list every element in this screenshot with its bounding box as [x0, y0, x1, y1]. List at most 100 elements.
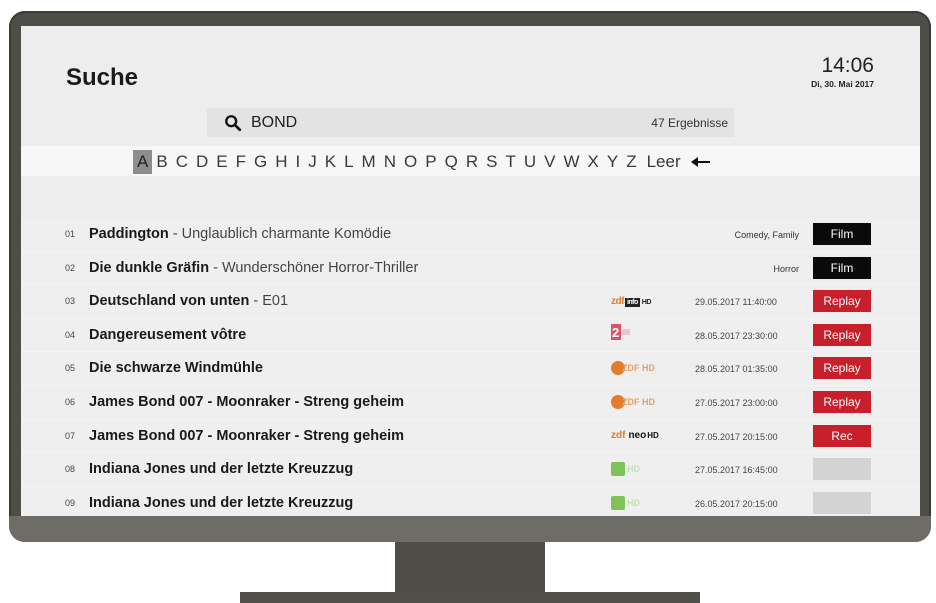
result-genre: Horror	[773, 263, 799, 274]
film-button[interactable]: Film	[813, 256, 871, 279]
film-button[interactable]: Film	[813, 223, 871, 245]
result-title: Indiana Jones und der letzte Kreuzzug	[89, 494, 354, 511]
search-input[interactable]: BOND 47 Ergebnisse	[207, 108, 734, 137]
key-h[interactable]: H	[271, 150, 291, 174]
result-datetime: 27.05.2017 16:45:00	[695, 465, 778, 476]
result-number: 01	[65, 229, 76, 239]
tv-chin	[9, 516, 931, 542]
result-number: 02	[65, 262, 76, 273]
result-title-line: Deutschland von unten - E01	[89, 293, 288, 309]
result-number: 03	[65, 296, 76, 307]
tv-stand-neck	[395, 542, 545, 594]
key-q[interactable]: Q	[441, 150, 462, 174]
result-datetime: 28.05.2017 01:35:00	[695, 364, 778, 375]
result-number: 08	[65, 464, 76, 475]
result-row[interactable]: 06 James Bond 007 - Moonraker - Streng ge…	[21, 385, 920, 420]
result-row[interactable]: 09 Indiana Jones und der letzte Kreuzzug H…	[21, 486, 920, 516]
result-title: James Bond 007 - Moonraker - Streng gehe…	[89, 427, 405, 444]
channel-logo: 2	[611, 324, 631, 345]
channel-logo: zdf neoHD	[611, 427, 659, 445]
result-number: 05	[65, 363, 76, 374]
zdfinfo-logo: zdf info HD	[611, 295, 651, 307]
zdfneo-logo: zdf neoHD	[611, 430, 659, 442]
key-n[interactable]: N	[380, 150, 400, 174]
results-list: 01 Paddington - Unglaublich charmante Kom…	[21, 218, 920, 516]
key-j[interactable]: J	[304, 150, 321, 174]
key-z[interactable]: Z	[622, 150, 640, 174]
key-e[interactable]: E	[212, 150, 231, 174]
key-g[interactable]: G	[250, 150, 271, 174]
result-count: 47 Ergebnisse	[651, 115, 728, 130]
key-f[interactable]: F	[232, 150, 250, 174]
result-datetime: 27.05.2017 20:15:00	[695, 431, 778, 442]
result-datetime: 26.05.2017 20:15:00	[695, 498, 778, 509]
result-number: 07	[65, 430, 76, 441]
on-screen-keyboard: A B C D E F G H I J K L M N O P Q R S T U V W X Y Z Leer	[21, 146, 920, 176]
result-subtitle: - Unglaublich charmante Komödie	[168, 226, 392, 242]
key-s[interactable]: S	[482, 150, 501, 174]
result-row[interactable]: 01 Paddington - Unglaublich charmante Kom…	[21, 218, 920, 252]
key-x[interactable]: X	[584, 150, 603, 174]
zdfhd-logo: ZDF HD	[611, 361, 655, 376]
channel-logo: HD	[611, 494, 640, 512]
clock-time: 14:06	[821, 54, 874, 77]
key-v[interactable]: V	[540, 150, 559, 174]
result-number: 06	[65, 396, 76, 407]
zdfhd-logo: ZDF HD	[611, 394, 655, 409]
result-title-line: Dangereusement vôtre	[89, 327, 246, 343]
backspace-icon[interactable]	[690, 156, 711, 168]
search-icon	[225, 114, 242, 131]
page-title: Suche	[66, 64, 139, 91]
svg-text:2: 2	[612, 325, 619, 340]
result-row[interactable]: 08 Indiana Jones und der letzte Kreuzzug H…	[21, 453, 920, 487]
key-a[interactable]: A	[133, 150, 153, 174]
zdf2-logo: 2	[611, 324, 631, 345]
result-row[interactable]: 03 Deutschland von unten - E01 zdf info HD 29…	[21, 285, 920, 319]
replay-button[interactable]: Replay	[813, 323, 871, 346]
key-k[interactable]: K	[321, 150, 340, 174]
result-title: Die dunkle Gräfin	[89, 259, 210, 276]
result-row[interactable]: 04 Dangereusement vôtre 2 28.05.2017 23:30:…	[21, 318, 920, 353]
kika-logo: HD	[611, 495, 640, 510]
key-t[interactable]: T	[501, 150, 519, 174]
result-datetime: 27.05.2017 23:00:00	[695, 397, 778, 408]
key-w[interactable]: W	[559, 150, 583, 174]
result-datetime: 28.05.2017 23:30:00	[695, 330, 778, 341]
kika-logo: HD	[611, 462, 640, 477]
action-button[interactable]	[813, 458, 871, 481]
channel-logo: HD	[611, 460, 640, 478]
result-row[interactable]: 07 James Bond 007 - Moonraker - Streng ge…	[21, 419, 920, 454]
result-title-line: James Bond 007 - Moonraker - Streng gehe…	[89, 428, 404, 444]
replay-button[interactable]: Replay	[813, 357, 871, 380]
result-title-line: Die schwarze Windmühle	[89, 360, 263, 376]
clock-date: Di, 30. Mai 2017	[811, 79, 874, 89]
result-title-line: Indiana Jones und der letzte Kreuzzug	[89, 461, 353, 477]
key-i[interactable]: I	[292, 150, 305, 174]
key-d[interactable]: D	[192, 150, 212, 174]
clock: 14:06 Di, 30. Mai 2017	[811, 54, 874, 90]
replay-button[interactable]: Replay	[813, 390, 871, 413]
result-title-line: Paddington - Unglaublich charmante Komöd…	[89, 226, 391, 242]
key-u[interactable]: U	[520, 150, 540, 174]
action-button[interactable]	[813, 491, 871, 514]
result-title: Deutschland von unten	[89, 293, 250, 310]
result-subtitle: - E01	[249, 293, 289, 310]
result-subtitle: - Wunderschöner Horror-Thriller	[209, 259, 419, 276]
key-r[interactable]: R	[462, 150, 482, 174]
result-number: 09	[65, 497, 76, 508]
rec-button[interactable]: Rec	[813, 424, 871, 447]
result-row[interactable]: 05 Die schwarze Windmühle ZDF HD 28.05.2017…	[21, 352, 920, 386]
key-o[interactable]: O	[400, 150, 421, 174]
key-p[interactable]: P	[421, 150, 440, 174]
key-m[interactable]: M	[358, 150, 380, 174]
key-b[interactable]: B	[152, 150, 171, 174]
keyboard-keys: A B C D E F G H I J K L M N O P Q R S T U V W X Y Z Leer	[133, 150, 711, 174]
replay-button[interactable]: Replay	[813, 290, 871, 313]
key-y[interactable]: Y	[603, 150, 622, 174]
key-l[interactable]: L	[340, 150, 357, 174]
result-row[interactable]: 02 Die dunkle Gräfin - Wunderschöner Horr…	[21, 251, 920, 286]
key-space[interactable]: Leer	[641, 150, 685, 174]
key-c[interactable]: C	[172, 150, 192, 174]
channel-logo: zdf info HD	[611, 292, 651, 310]
tv-stand-base	[240, 592, 700, 603]
